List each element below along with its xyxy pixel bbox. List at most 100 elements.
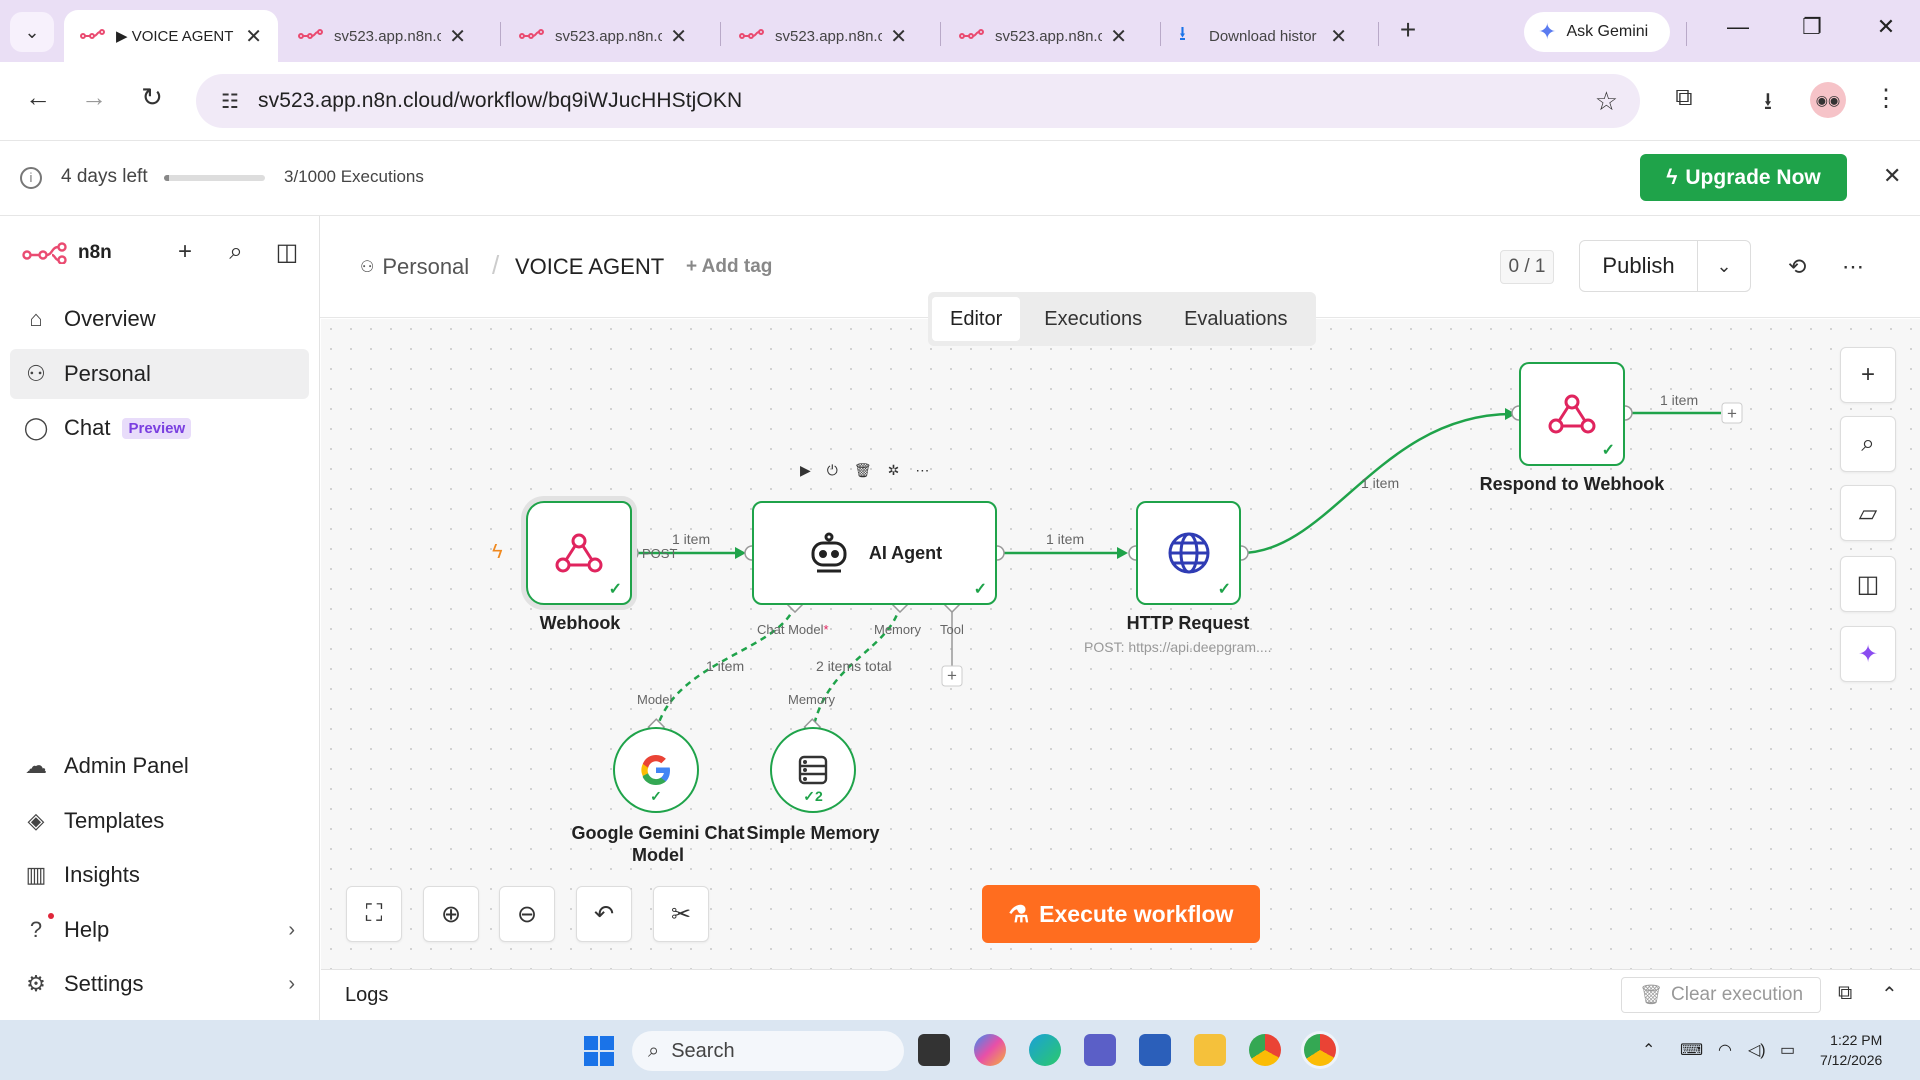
trash-icon[interactable]: 🗑 [854,462,872,479]
publish-button[interactable]: Publish [1580,241,1698,291]
add-node-icon[interactable]: + [1840,347,1896,403]
more-options-icon[interactable]: ⋯ [1842,254,1864,280]
close-tab-icon[interactable]: ✕ [1110,24,1127,49]
sidebar-item-personal[interactable]: ⚇ Personal [10,349,309,399]
sticky-note-icon[interactable]: ▱ [1840,485,1896,541]
logs-title[interactable]: Logs [345,984,388,1007]
undo-icon[interactable]: ↶ [576,886,632,942]
close-tab-icon[interactable]: ✕ [245,24,262,49]
edge-icon[interactable] [1029,1034,1061,1066]
close-tab-icon[interactable]: ✕ [670,24,687,49]
tab-editor[interactable]: Editor [932,297,1021,341]
add-tag-button[interactable]: + Add tag [686,256,772,278]
wifi-icon[interactable]: ◠ [1718,1040,1732,1060]
ask-gemini-button[interactable]: ✦ Ask Gemini [1524,12,1670,52]
node-google-gemini-chat-model[interactable]: ✓ [613,727,699,813]
address-bar[interactable]: ☷ sv523.app.n8n.cloud/workflow/bq9iWJucH… [196,74,1640,128]
system-clock[interactable]: 1:22 PM 7/12/2026 [1820,1030,1882,1070]
breadcrumb-personal[interactable]: ⚇ Personal [360,254,469,280]
node-simple-memory[interactable]: ✓2 [770,727,856,813]
success-check-icon: ✓ [1217,581,1231,598]
sidebar-item-settings[interactable]: ⚙ Settings › [10,959,309,1009]
tidy-up-icon[interactable]: ✂ [653,886,709,942]
ai-assistant-icon[interactable]: ✦ [1840,626,1896,682]
node-ai-agent[interactable]: AI Agent ✓ [752,501,997,605]
zoom-out-icon[interactable]: ⊖ [499,886,555,942]
sparkle-icon[interactable]: ✲ [888,462,900,479]
search-nodes-icon[interactable]: ⌕ [1840,416,1896,472]
browser-tab[interactable]: ⭳ Download histor ✕ [1163,10,1363,62]
browser-tab[interactable]: sv523.app.n8n.cl ✕ [503,10,703,62]
close-tab-icon[interactable]: ✕ [1330,24,1347,49]
reload-icon[interactable]: ↻ [132,82,172,113]
clear-execution-button[interactable]: 🗑 Clear execution [1621,977,1821,1013]
tab-search-button[interactable]: ⌄ [10,12,54,52]
browser-tab[interactable]: sv523.app.n8n.cl ✕ [282,10,482,62]
keyboard-icon[interactable]: ⌨ [1680,1040,1703,1060]
close-banner-icon[interactable]: ✕ [1883,163,1901,189]
add-icon[interactable]: + [168,238,202,266]
chrome-profile-icon[interactable] [1304,1034,1336,1066]
popout-icon[interactable]: ⧉ [1838,982,1852,1005]
forward-icon[interactable]: → [74,82,114,113]
chevron-up-icon[interactable]: ⌃ [1881,982,1898,1007]
new-tab-button[interactable]: + [1390,14,1426,46]
close-tab-icon[interactable]: ✕ [890,24,907,49]
sidebar-item-chat[interactable]: ◯ Chat Preview [10,403,309,453]
workflow-name[interactable]: VOICE AGENT [515,254,664,280]
execute-workflow-button[interactable]: ⚗ Execute workflow [982,885,1260,943]
profile-avatar[interactable]: ◉◉ [1810,82,1846,118]
search-icon[interactable]: ⌕ [219,238,253,266]
tab-evaluations[interactable]: Evaluations [1166,297,1305,341]
battery-icon[interactable]: ▭ [1780,1040,1795,1060]
clock-time: 1:22 PM [1830,1032,1883,1048]
toggle-panel-icon[interactable]: ◫ [1840,556,1896,612]
collapse-sidebar-icon[interactable]: ◫ [270,238,304,267]
upgrade-now-button[interactable]: ϟ Upgrade Now [1640,154,1847,201]
fit-view-icon[interactable]: ⛶ [346,886,402,942]
sidebar-item-templates[interactable]: ◈ Templates [10,796,309,846]
zoom-in-icon[interactable]: ⊕ [423,886,479,942]
chrome-menu-icon[interactable]: ⋮ [1866,84,1906,113]
sidebar-item-insights[interactable]: ▥ Insights [10,850,309,900]
play-icon[interactable]: ▶ [800,462,811,479]
task-view-icon[interactable] [918,1034,950,1066]
browser-tab[interactable]: sv523.app.n8n.cl ✕ [723,10,923,62]
taskbar-search[interactable]: ⌕ Search [632,1031,904,1071]
file-explorer-icon[interactable] [1194,1034,1226,1066]
back-icon[interactable]: ← [18,82,58,113]
info-icon: i [20,167,42,189]
url-text[interactable]: sv523.app.n8n.cloud/workflow/bq9iWJucHHS… [258,89,742,113]
downloads-icon[interactable]: ⭳ [1748,84,1788,125]
sidebar-item-help[interactable]: ? Help › [10,905,309,955]
chevron-up-icon[interactable]: ⌃ [1642,1040,1655,1060]
volume-icon[interactable]: ◁) [1748,1040,1766,1060]
chevron-down-icon[interactable]: ⌄ [1698,241,1750,291]
node-webhook[interactable]: ✓ [526,501,632,605]
browser-tab[interactable]: sv523.app.n8n.cl ✕ [943,10,1143,62]
close-window-icon[interactable]: ✕ [1866,14,1906,40]
bookmark-star-icon[interactable]: ☆ [1595,86,1618,117]
n8n-logo[interactable]: n8n [22,242,112,264]
settings-icon: ⚙ [26,971,46,996]
version-counter: 0 / 1 [1500,250,1554,284]
chrome-icon[interactable] [1249,1034,1281,1066]
more-icon[interactable]: ⋯ [915,462,929,479]
extensions-icon[interactable]: ⧉ [1664,84,1704,112]
power-icon[interactable]: ⏻ [827,462,838,479]
restore-icon[interactable]: ❐ [1792,14,1832,40]
copilot-icon[interactable] [974,1034,1006,1066]
sidebar-item-admin-panel[interactable]: ☁ Admin Panel [10,741,309,791]
node-respond-to-webhook[interactable]: ✓ [1519,362,1625,466]
sidebar-item-overview[interactable]: ⌂ Overview [10,294,309,344]
word-icon[interactable] [1139,1034,1171,1066]
site-info-icon[interactable]: ☷ [210,89,250,114]
history-icon[interactable]: ⟲ [1788,254,1806,280]
windows-start-icon[interactable] [584,1036,614,1066]
browser-tab[interactable]: ▶ VOICE AGENT ✕ [64,10,278,62]
close-tab-icon[interactable]: ✕ [449,24,466,49]
node-http-request[interactable]: ✓ [1136,501,1241,605]
tab-executions[interactable]: Executions [1026,297,1160,341]
teams-icon[interactable] [1084,1034,1116,1066]
minimize-icon[interactable]: — [1718,14,1758,40]
